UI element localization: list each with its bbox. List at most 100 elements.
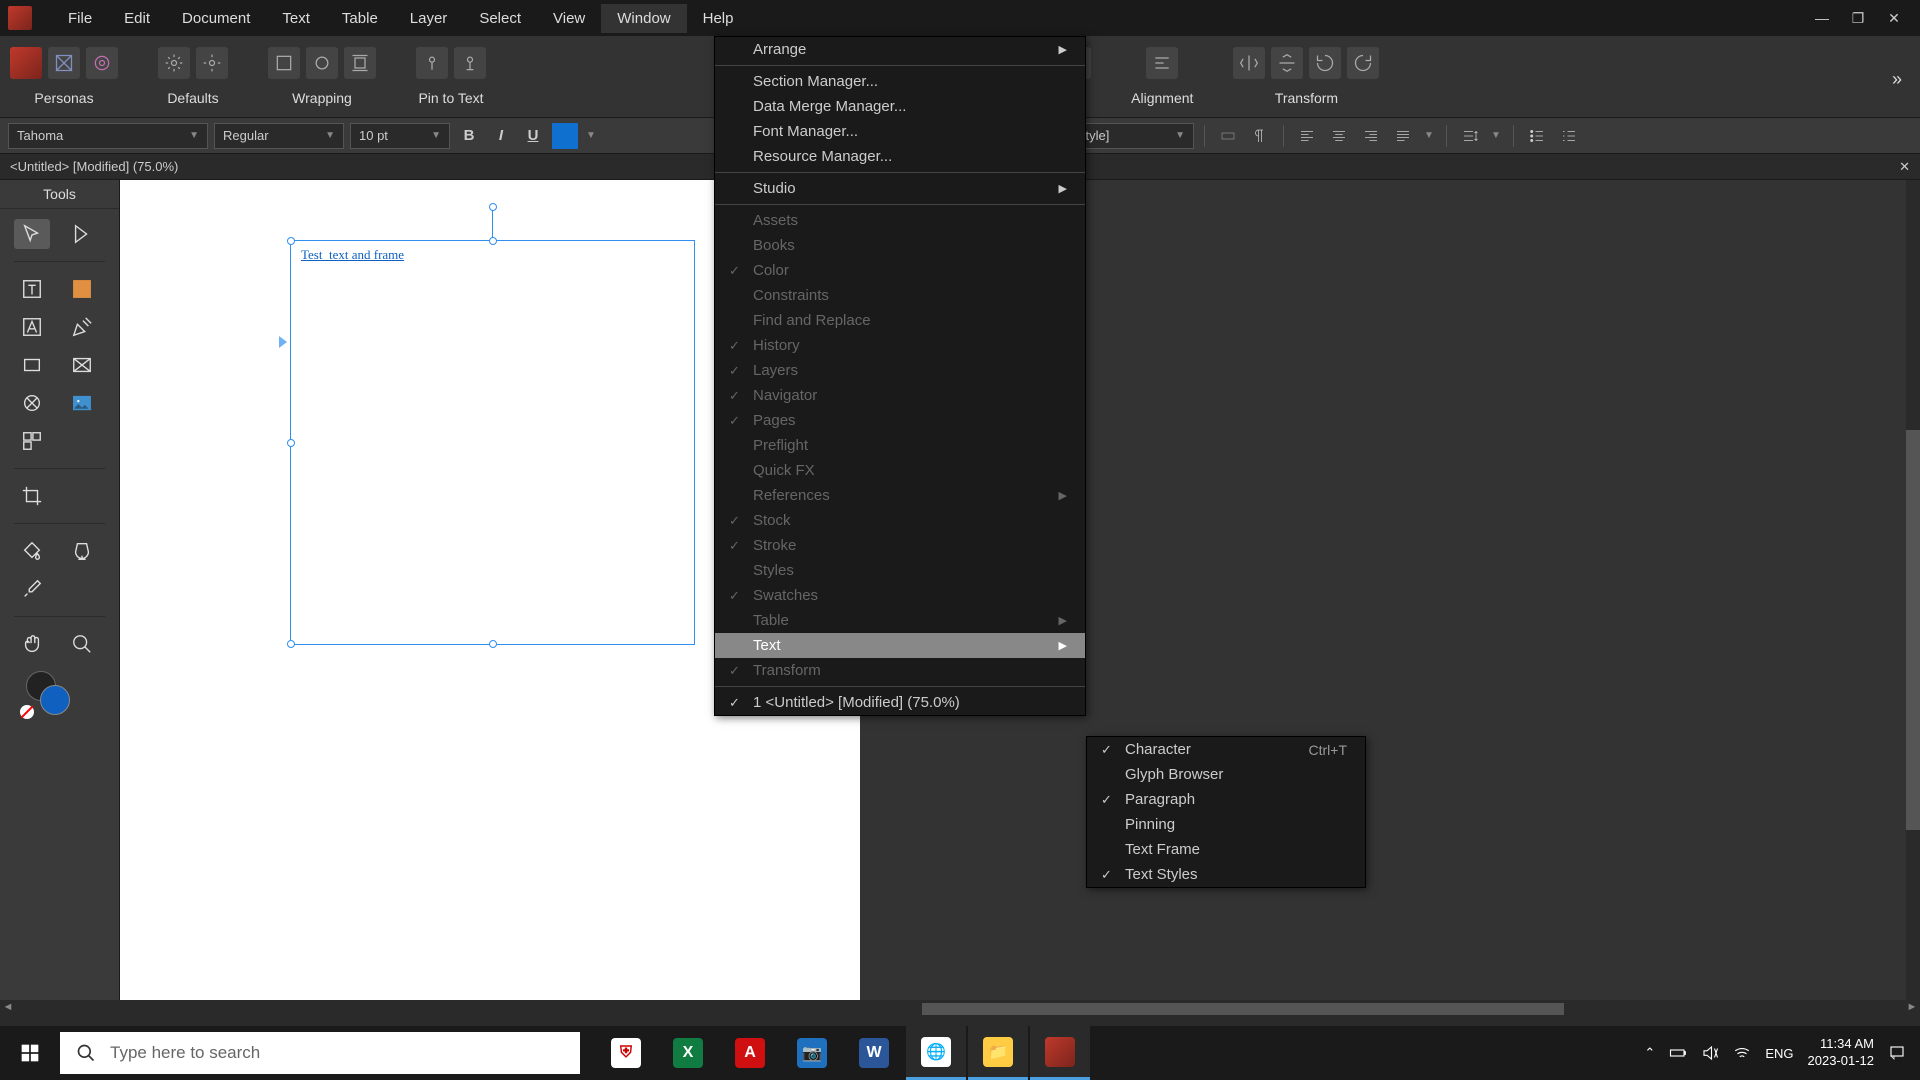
menu-item-stock[interactable]: ✓Stock [715, 508, 1085, 533]
view-tool[interactable] [14, 629, 50, 659]
node-tool[interactable] [64, 219, 100, 249]
submenu-item-paragraph[interactable]: ✓Paragraph [1087, 787, 1365, 812]
rectangle-tool[interactable] [14, 350, 50, 380]
pen-tool[interactable] [64, 312, 100, 342]
color-picker-tool[interactable] [14, 574, 50, 604]
submenu-item-text-frame[interactable]: Text Frame [1087, 837, 1365, 862]
text-frame[interactable]: Test_text and frame [290, 240, 695, 645]
menu-item-books[interactable]: Books [715, 233, 1085, 258]
menu-item-navigator[interactable]: ✓Navigator [715, 383, 1085, 408]
menu-item-references[interactable]: References▶ [715, 483, 1085, 508]
menu-item-1-untitled-modified-75-0-[interactable]: ✓1 <Untitled> [Modified] (75.0%) [715, 690, 1085, 715]
menu-item-font-manager-[interactable]: Font Manager... [715, 119, 1085, 144]
asset-tool[interactable] [14, 426, 50, 456]
maximize-button[interactable]: ❐ [1848, 8, 1868, 28]
start-button[interactable] [0, 1026, 60, 1080]
taskbar-mcafee[interactable]: ⛨ [596, 1026, 656, 1080]
menu-item-assets[interactable]: Assets [715, 208, 1085, 233]
menu-window[interactable]: Window [601, 4, 686, 33]
wrap-square-icon[interactable] [344, 47, 376, 79]
persona-publisher-icon[interactable] [10, 47, 42, 79]
submenu-item-character[interactable]: ✓CharacterCtrl+T [1087, 737, 1365, 762]
frame-text-content[interactable]: Test_text and frame [291, 241, 694, 269]
menu-edit[interactable]: Edit [108, 4, 166, 33]
minimize-button[interactable]: — [1812, 8, 1832, 28]
taskbar-chrome[interactable]: 🌐 [906, 1026, 966, 1080]
document-tab-close-icon[interactable]: ✕ [1899, 159, 1910, 175]
vector-crop-tool[interactable] [14, 481, 50, 511]
wrap-none-icon[interactable] [268, 47, 300, 79]
italic-button[interactable]: I [488, 123, 514, 149]
menu-item-color[interactable]: ✓Color [715, 258, 1085, 283]
frame-text-tool[interactable] [14, 274, 50, 304]
persona-photo-icon[interactable] [86, 47, 118, 79]
align-right-icon[interactable] [1358, 123, 1384, 149]
resize-handle[interactable] [287, 439, 295, 447]
menu-item-swatches[interactable]: ✓Swatches [715, 583, 1085, 608]
menu-item-transform[interactable]: ✓Transform [715, 658, 1085, 683]
scroll-right-icon[interactable]: ► [1904, 1001, 1920, 1017]
transparency-tool[interactable] [64, 536, 100, 566]
ellipse-tool[interactable] [14, 388, 50, 418]
text-flow-in-icon[interactable] [279, 336, 287, 348]
menu-item-quick-fx[interactable]: Quick FX [715, 458, 1085, 483]
alignment-icon[interactable] [1146, 47, 1178, 79]
rotate-cw-icon[interactable] [1347, 47, 1379, 79]
resize-handle[interactable] [287, 237, 295, 245]
wrap-jump-icon[interactable] [306, 47, 338, 79]
taskbar-explorer[interactable]: 📁 [968, 1026, 1028, 1080]
menu-select[interactable]: Select [463, 4, 537, 33]
table-tool[interactable] [64, 274, 100, 304]
menu-item-history[interactable]: ✓History [715, 333, 1085, 358]
resize-handle[interactable] [489, 640, 497, 648]
menu-item-studio[interactable]: Studio▶ [715, 176, 1085, 201]
flip-v-icon[interactable] [1271, 47, 1303, 79]
resize-handle[interactable] [287, 640, 295, 648]
bullet-list-icon[interactable] [1524, 123, 1550, 149]
taskbar-acrobat[interactable]: A [720, 1026, 780, 1080]
text-color-options[interactable]: ▼ [584, 123, 598, 149]
menu-item-table[interactable]: Table▶ [715, 608, 1085, 633]
leading-options[interactable]: ▼ [1489, 123, 1503, 149]
align-justify-icon[interactable] [1390, 123, 1416, 149]
pin-inline-icon[interactable] [454, 47, 486, 79]
menu-item-resource-manager-[interactable]: Resource Manager... [715, 144, 1085, 169]
menu-document[interactable]: Document [166, 4, 266, 33]
close-button[interactable]: ✕ [1884, 8, 1904, 28]
no-break-icon[interactable] [1215, 123, 1241, 149]
text-color-swatch[interactable] [552, 123, 578, 149]
menu-item-pages[interactable]: ✓Pages [715, 408, 1085, 433]
taskbar-excel[interactable]: X [658, 1026, 718, 1080]
rotation-handle[interactable] [489, 203, 497, 211]
taskbar-camera[interactable]: 📷 [782, 1026, 842, 1080]
taskbar-publisher[interactable] [1030, 1026, 1090, 1080]
move-tool[interactable] [14, 219, 50, 249]
menu-item-preflight[interactable]: Preflight [715, 433, 1085, 458]
defaults-revert-icon[interactable] [196, 47, 228, 79]
scroll-left-icon[interactable]: ◄ [0, 1001, 16, 1017]
flip-h-icon[interactable] [1233, 47, 1265, 79]
align-left-icon[interactable] [1294, 123, 1320, 149]
align-center-icon[interactable] [1326, 123, 1352, 149]
battery-icon[interactable] [1669, 1044, 1687, 1062]
submenu-item-glyph-browser[interactable]: Glyph Browser [1087, 762, 1365, 787]
bold-button[interactable]: B [456, 123, 482, 149]
submenu-item-pinning[interactable]: Pinning [1087, 812, 1365, 837]
volume-icon[interactable] [1701, 1044, 1719, 1062]
menu-view[interactable]: View [537, 4, 601, 33]
zoom-tool[interactable] [64, 629, 100, 659]
artistic-text-tool[interactable] [14, 312, 50, 342]
font-family-dropdown[interactable]: Tahoma▼ [8, 123, 208, 149]
ribbon-expand-icon[interactable]: » [1884, 61, 1910, 98]
menu-item-section-manager-[interactable]: Section Manager... [715, 69, 1085, 94]
menu-file[interactable]: File [52, 4, 108, 33]
persona-designer-icon[interactable] [48, 47, 80, 79]
menu-item-find-and-replace[interactable]: Find and Replace [715, 308, 1085, 333]
resize-handle[interactable] [489, 237, 497, 245]
menu-item-arrange[interactable]: Arrange▶ [715, 37, 1085, 62]
taskbar-word[interactable]: W [844, 1026, 904, 1080]
notifications-icon[interactable] [1888, 1044, 1906, 1062]
vertical-scrollbar[interactable] [1906, 180, 1920, 1000]
menu-item-data-merge-manager-[interactable]: Data Merge Manager... [715, 94, 1085, 119]
menu-layer[interactable]: Layer [394, 4, 464, 33]
